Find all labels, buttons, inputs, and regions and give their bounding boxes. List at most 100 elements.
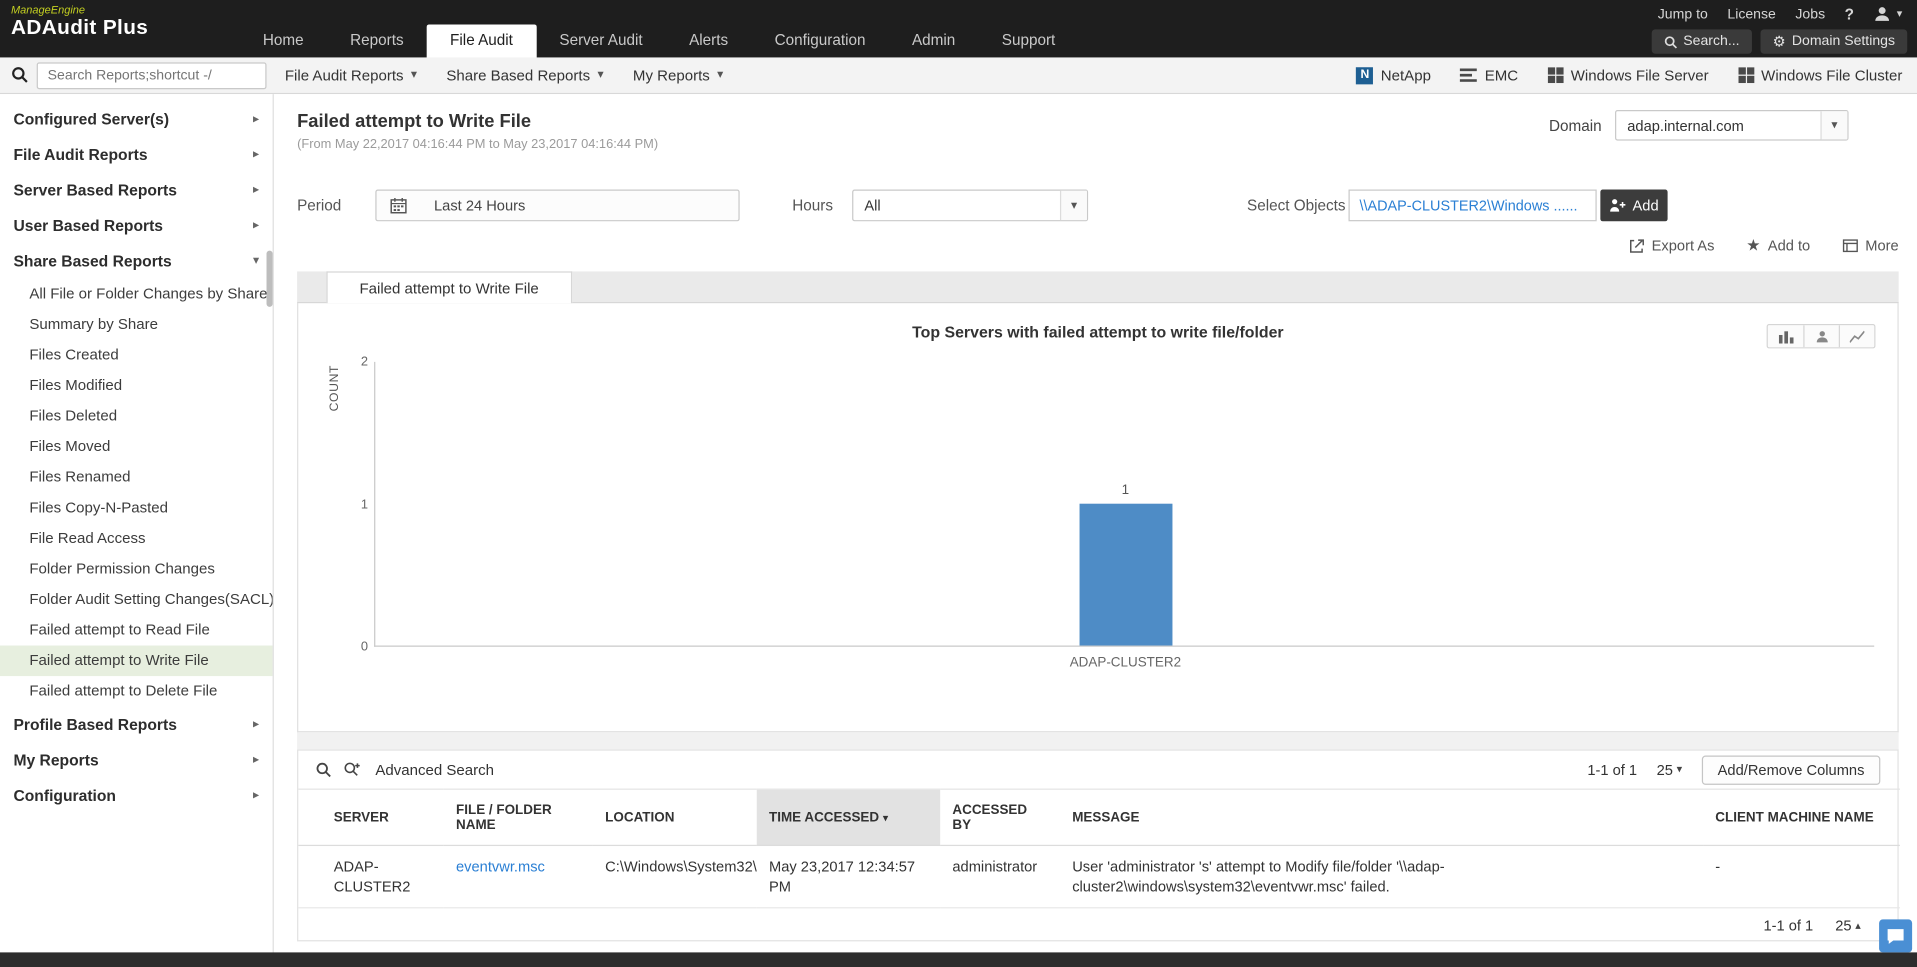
column-header-client-machine-name[interactable]: CLIENT MACHINE NAME <box>1703 788 1900 847</box>
column-header-file-folder-name[interactable]: FILE / FOLDER NAME <box>443 788 593 847</box>
chevron-right-icon: ▸ <box>253 112 260 126</box>
sidebar-item-files-moved[interactable]: Files Moved <box>0 432 273 463</box>
line-chart-icon[interactable] <box>1838 325 1875 348</box>
sidebar-item-files-renamed[interactable]: Files Renamed <box>0 462 273 493</box>
nav-tab-admin[interactable]: Admin <box>889 24 979 57</box>
page-size-select[interactable]: 25 ▾ <box>1657 761 1683 778</box>
table-toolbar: Advanced Search 1-1 of 1 25 ▾ Add/Remove… <box>298 751 1897 789</box>
table-row: ADAP-CLUSTER2 eventvwr.msc C:\Windows\Syst… <box>298 845 1900 909</box>
search-icon[interactable] <box>315 762 331 778</box>
advanced-search-icon[interactable] <box>344 762 361 778</box>
action-more[interactable]: More <box>1842 236 1899 256</box>
nav-tab-server-audit[interactable]: Server Audit <box>536 24 666 57</box>
sidebar-item-file-read-access[interactable]: File Read Access <box>0 523 273 554</box>
nav-tab-home[interactable]: Home <box>240 24 327 57</box>
action-label: Add to <box>1767 237 1811 255</box>
top-link-jobs[interactable]: Jobs <box>1795 7 1825 22</box>
sidebar-section-user-based-reports[interactable]: User Based Reports ▸ <box>0 208 273 243</box>
sidebar-section-server-based-reports[interactable]: Server Based Reports ▸ <box>0 172 273 207</box>
chevron-down-icon: ▾ <box>410 68 418 82</box>
server-type-windows-file-server[interactable]: Windows File Server <box>1547 67 1709 84</box>
column-header-message[interactable]: MESSAGE <box>1059 788 1704 847</box>
server-type-label: NetApp <box>1380 66 1431 84</box>
sidebar-item-files-created[interactable]: Files Created <box>0 340 273 371</box>
period-picker[interactable]: Last 24 Hours <box>375 189 740 222</box>
chevron-right-icon: ▸ <box>253 183 260 197</box>
top-link-jump-to[interactable]: Jump to <box>1658 7 1708 22</box>
action-add-to[interactable]: ★ Add to <box>1746 236 1810 256</box>
column-header-server[interactable]: SERVER <box>298 788 444 847</box>
chat-button[interactable] <box>1879 919 1913 953</box>
column-header-accessed-by[interactable]: ACCESSED BY <box>940 788 1060 847</box>
sidebar-item-folder-permission-changes[interactable]: Folder Permission Changes <box>0 554 273 585</box>
server-type-windows-file-cluster[interactable]: Windows File Cluster <box>1737 67 1902 84</box>
server-type-netapp[interactable]: N NetApp <box>1356 66 1431 84</box>
main-content: Failed attempt to Write File (From May 2… <box>273 94 1917 967</box>
menu-file-audit-reports[interactable]: File Audit Reports ▾ <box>285 67 417 84</box>
column-header-time-accessed[interactable]: TIME ACCESSED ▾ <box>756 788 941 847</box>
section-label: Configuration <box>13 786 116 805</box>
chevron-down-icon: ▾ <box>1820 111 1848 140</box>
header-buttons: Search... ⚙ Domain Settings <box>1651 29 1908 54</box>
domain-select[interactable]: adap.internal.com ▾ <box>1615 110 1849 141</box>
sidebar-scrollbar[interactable] <box>266 250 273 307</box>
server-type-emc[interactable]: EMC <box>1460 67 1518 84</box>
top-link-license[interactable]: License <box>1727 7 1775 22</box>
sidebar-item-failed-attempt-to-delete-file[interactable]: Failed attempt to Delete File <box>0 676 273 707</box>
server-type-links: N NetApp EMC Windows File Server Windows Fil… <box>1356 57 1902 92</box>
chevron-down-icon: ▾ <box>253 254 260 268</box>
server-type-label: EMC <box>1484 66 1519 84</box>
sidebar-item-failed-attempt-to-write-file[interactable]: Failed attempt to Write File <box>0 645 273 677</box>
sidebar-section-file-audit-reports[interactable]: File Audit Reports ▸ <box>0 137 273 172</box>
chart-panel: Top Servers with failed attempt to write… <box>297 301 1899 733</box>
nav-tab-configuration[interactable]: Configuration <box>751 24 888 57</box>
search-button[interactable]: Search... <box>1651 29 1752 54</box>
user-menu[interactable]: ▾ <box>1874 5 1902 23</box>
nav-tab-alerts[interactable]: Alerts <box>666 24 752 57</box>
file-link[interactable]: eventvwr.msc <box>456 858 545 875</box>
sidebar-item-summary-by-share[interactable]: Summary by Share <box>0 309 273 340</box>
chevron-right-icon: ▸ <box>253 717 260 732</box>
sidebar-item-folder-audit-setting-changes-sacl[interactable]: Folder Audit Setting Changes(SACL) <box>0 584 272 615</box>
report-tab[interactable]: Failed attempt to Write File <box>326 271 572 304</box>
page-size-select[interactable]: 25 ▴ <box>1835 917 1861 934</box>
hours-select[interactable]: All ▾ <box>852 189 1089 222</box>
add-button[interactable]: Add <box>1600 189 1668 222</box>
add-remove-columns-button[interactable]: Add/Remove Columns <box>1701 754 1881 785</box>
sidebar-item-files-copy-n-pasted[interactable]: Files Copy-N-Pasted <box>0 493 273 524</box>
select-objects-label: Select Objects <box>1247 196 1346 214</box>
sidebar-section-profile-based-reports[interactable]: Profile Based Reports ▸ <box>0 707 273 742</box>
pagination-range: 1-1 of 1 <box>1587 761 1638 779</box>
nav-tab-support[interactable]: Support <box>979 24 1079 57</box>
column-header-location[interactable]: LOCATION <box>592 788 757 847</box>
sidebar-item-files-deleted[interactable]: Files Deleted <box>0 401 273 432</box>
select-objects-input[interactable]: \\ADAP-CLUSTER2\Windows ...... <box>1348 189 1597 222</box>
chevron-right-icon: ▸ <box>253 753 260 767</box>
emc-icon <box>1460 68 1478 82</box>
user-chart-icon[interactable] <box>1803 325 1839 348</box>
report-toolbar: File Audit Reports▾ Share Based Reports▾ M… <box>0 57 1917 95</box>
cell-file-folder-name: eventvwr.msc <box>443 845 593 909</box>
sidebar-section-share-based-reports[interactable]: Share Based Reports ▾ <box>0 243 273 278</box>
sidebar-section-configured-server-s[interactable]: Configured Server(s) ▸ <box>0 101 273 136</box>
top-right-links: Jump to License Jobs ? ▾ <box>1658 5 1903 23</box>
sidebar-section-configuration[interactable]: Configuration ▸ <box>0 778 273 813</box>
nav-tab-reports[interactable]: Reports <box>327 24 427 57</box>
search-icon <box>1664 35 1677 48</box>
menu-my-reports[interactable]: My Reports ▾ <box>633 67 723 84</box>
action-label: Export As <box>1651 237 1715 255</box>
sidebar-section-my-reports[interactable]: My Reports ▸ <box>0 742 273 777</box>
nav-tab-file-audit[interactable]: File Audit <box>426 24 537 58</box>
advanced-search-link[interactable]: Advanced Search <box>375 761 494 778</box>
action-export-as[interactable]: Export As <box>1628 236 1714 256</box>
sidebar-item-failed-attempt-to-read-file[interactable]: Failed attempt to Read File <box>0 615 273 646</box>
sidebar-item-files-modified[interactable]: Files Modified <box>0 370 273 401</box>
report-search-input[interactable] <box>36 62 267 90</box>
sidebar-item-all-file-or-folder-changes-by-share[interactable]: All File or Folder Changes by Share <box>0 279 273 310</box>
menu-share-based-reports[interactable]: Share Based Reports ▾ <box>446 67 603 84</box>
menu-label: My Reports <box>632 66 710 84</box>
page-subtitle: (From May 22,2017 04:16:44 PM to May 23,… <box>297 136 659 152</box>
domain-settings-button[interactable]: ⚙ Domain Settings <box>1760 29 1908 54</box>
help-icon[interactable]: ? <box>1845 6 1854 23</box>
bar-chart-icon[interactable] <box>1767 325 1804 348</box>
